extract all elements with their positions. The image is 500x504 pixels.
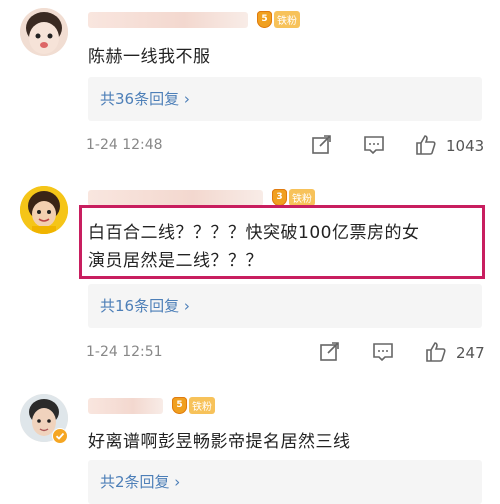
view-replies-link[interactable]: 共36条回复 › [100,88,190,109]
username-redacted[interactable] [88,190,263,206]
avatar[interactable] [20,186,68,234]
like-count: 1043 [446,137,485,155]
like-icon[interactable] [424,340,448,364]
username-redacted[interactable] [88,12,248,28]
reply-box[interactable]: 共16条回复 › [88,284,482,328]
comment-time: 1-24 12:51 [86,344,163,360]
iron-fan-medal-icon: 5 [172,396,187,414]
like-icon[interactable] [414,133,438,157]
comment-icon[interactable] [362,133,386,157]
comment-icon[interactable] [371,340,395,364]
share-icon[interactable] [318,340,342,364]
comment-actions: 1-24 12:51 247 [0,340,500,366]
comment-text-line-2: 演员居然是二线？？？ [88,251,263,271]
iron-fan-medal-icon: 3 [272,188,287,206]
fan-badge: 5 铁粉 [172,396,215,414]
fan-badge: 5 铁粉 [257,10,300,28]
reply-box[interactable]: 共36条回复 › [88,77,482,121]
fan-badge: 3 铁粉 [272,188,315,206]
comment-time: 1-24 12:48 [86,137,163,153]
comment-text: 好离谱啊彭昱畅影帝提名居然三线 [88,432,351,452]
comment-actions: 1-24 12:48 1043 [0,133,500,159]
reply-box[interactable]: 共2条回复 › [88,460,482,504]
comment-text: 陈赫一线我不服 [88,47,211,67]
username-redacted[interactable] [88,398,163,414]
avatar[interactable] [20,8,68,56]
iron-fan-medal-icon: 5 [257,10,272,28]
view-replies-link[interactable]: 共16条回复 › [100,295,190,316]
like-count: 247 [456,344,485,362]
comment-text-line-1: 白百合二线？？？？快突破100亿票房的女 [88,223,420,243]
verified-badge-icon [52,428,68,444]
view-replies-link[interactable]: 共2条回复 › [100,471,180,492]
share-icon[interactable] [310,133,334,157]
